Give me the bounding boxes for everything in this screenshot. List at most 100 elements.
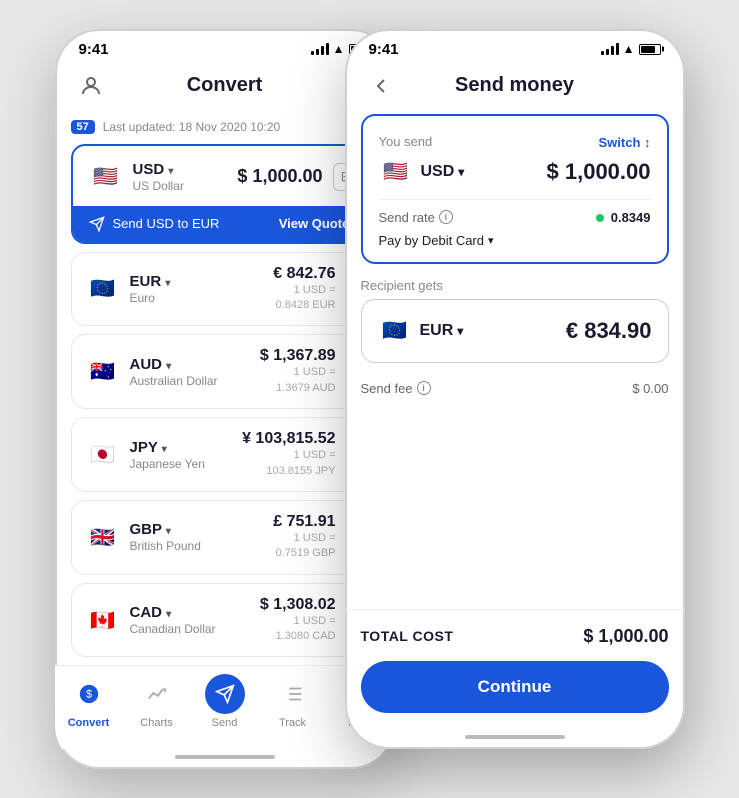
wifi-icon-2: ▲ [623, 42, 635, 56]
status-bar-1: 9:41 ▲ [55, 29, 395, 62]
convert-nav-label: Convert [68, 717, 110, 729]
nav-item-convert[interactable]: $ Convert [55, 674, 123, 729]
send-fee-info-icon[interactable]: i [417, 381, 431, 395]
time-1: 9:41 [79, 41, 109, 58]
send-bar[interactable]: Send USD to EUR View Quote > [73, 206, 377, 242]
jpy-flag: 🇯🇵 [86, 438, 120, 472]
track-nav-icon-wrap [273, 674, 313, 714]
bottom-nav-1: $ Convert Charts Send [55, 665, 395, 749]
convert-nav-icon-wrap: $ [69, 674, 109, 714]
gbp-rate: 1 USD =0.7519 GBP [273, 531, 335, 562]
signal-icon-2 [601, 43, 619, 55]
total-cost-row: TOTAL COST $ 1,000.00 [345, 609, 685, 661]
you-send-header-row: You send Switch ↕ [379, 130, 651, 155]
gbp-amount-col: £ 751.91 1 USD =0.7519 GBP [273, 513, 335, 562]
cad-amount-col: $ 1,308.02 1 USD =1.3080 CAD [260, 596, 336, 645]
eur-code[interactable]: EUR ▾ [130, 273, 171, 290]
jpy-code[interactable]: JPY ▾ [130, 439, 205, 456]
signal-icon [311, 43, 329, 55]
eur-amount: € 842.76 [273, 265, 335, 283]
divider-1 [379, 199, 651, 200]
content-1: 57 Last updated: 18 Nov 2020 10:20 🇺🇸 US… [55, 114, 395, 666]
pay-method-btn[interactable]: Pay by Debit Card ▾ [379, 233, 651, 248]
send-rate-info-icon[interactable]: i [439, 210, 453, 224]
recipient-card: 🇪🇺 EUR ▾ € 834.90 [361, 299, 669, 363]
main-amount: $ 1,000.00 [237, 166, 322, 187]
update-badge: 57 [71, 120, 95, 134]
gbp-flag: 🇬🇧 [86, 520, 120, 554]
gbp-name: British Pound [130, 539, 201, 553]
jpy-left: 🇯🇵 JPY ▾ Japanese Yen [86, 438, 205, 472]
continue-button[interactable]: Continue [361, 661, 669, 713]
cad-left: 🇨🇦 CAD ▾ Canadian Dollar [86, 603, 216, 637]
recipient-currency-row: 🇪🇺 EUR ▾ € 834.90 [378, 314, 652, 348]
cad-code[interactable]: CAD ▾ [130, 604, 216, 621]
pay-method-label: Pay by Debit Card [379, 233, 485, 248]
switch-btn[interactable]: Switch ↕ [598, 135, 650, 150]
home-pill-2 [465, 735, 565, 739]
main-card-top: 🇺🇸 USD ▾ US Dollar $ 1,000.00 ⊞ [89, 160, 361, 206]
currency-left: 🇺🇸 USD ▾ US Dollar [89, 160, 184, 194]
send-rate-value: 0.8349 [596, 210, 651, 225]
send-fee-value: $ 0.00 [632, 381, 668, 396]
recipient-currency-btn[interactable]: 🇪🇺 EUR ▾ [378, 314, 464, 348]
aud-amount: $ 1,367.89 [260, 347, 336, 365]
profile-icon[interactable] [75, 70, 107, 102]
you-send-card: You send Switch ↕ 🇺🇸 USD ▾ $ 1,000.00 [361, 114, 669, 264]
header-2: Send money [345, 62, 685, 114]
eur-amount-col: € 842.76 1 USD =0.8428 EUR [273, 265, 335, 314]
recipient-section-label: Recipient gets [361, 278, 669, 293]
track-nav-label: Track [279, 717, 306, 729]
battery-icon-2 [639, 44, 661, 55]
send-icon [89, 216, 105, 232]
jpy-amount-col: ¥ 103,815.52 1 USD =103.8155 JPY [242, 430, 335, 479]
usd-flag: 🇺🇸 [89, 160, 123, 194]
track-nav-icon [282, 683, 304, 705]
aud-code[interactable]: AUD ▾ [130, 356, 218, 373]
placeholder-icon [632, 70, 664, 102]
cad-name: Canadian Dollar [130, 622, 216, 636]
gbp-info: GBP ▾ British Pound [130, 521, 201, 553]
list-item: 🇯🇵 JPY ▾ Japanese Yen ¥ 103,815.52 1 USD… [71, 417, 379, 492]
you-send-currency-btn[interactable]: 🇺🇸 USD ▾ [379, 155, 465, 189]
header-title-1: Convert [187, 74, 263, 97]
currency-info: USD ▾ US Dollar [133, 161, 184, 193]
jpy-rate: 1 USD =103.8155 JPY [242, 448, 335, 479]
recipient-amount: € 834.90 [566, 318, 652, 344]
eur-left: 🇪🇺 EUR ▾ Euro [86, 272, 171, 306]
time-2: 9:41 [369, 41, 399, 58]
send-nav-icon-wrap [205, 674, 245, 714]
total-label: TOTAL COST [361, 628, 454, 644]
currency-name-main: US Dollar [133, 179, 184, 193]
status-icons-2: ▲ [601, 42, 661, 56]
update-bar: 57 Last updated: 18 Nov 2020 10:20 [71, 114, 379, 144]
eur-info: EUR ▾ Euro [130, 273, 171, 305]
update-text: Last updated: 18 Nov 2020 10:20 [103, 120, 280, 134]
eur-rate: 1 USD =0.8428 EUR [273, 283, 335, 314]
nav-item-track[interactable]: Track [259, 674, 327, 729]
header-title-2: Send money [455, 74, 574, 97]
cad-amount: $ 1,308.02 [260, 596, 336, 614]
charts-nav-icon-wrap [137, 674, 177, 714]
dropdown-arrow-main[interactable]: ▾ [168, 166, 173, 177]
cad-flag: 🇨🇦 [86, 603, 120, 637]
cad-info: CAD ▾ Canadian Dollar [130, 604, 216, 636]
aud-amount-col: $ 1,367.89 1 USD =1.3679 AUD [260, 347, 336, 396]
aud-rate: 1 USD =1.3679 AUD [260, 365, 336, 396]
aud-left: 🇦🇺 AUD ▾ Australian Dollar [86, 355, 218, 389]
list-item: 🇨🇦 CAD ▾ Canadian Dollar $ 1,308.02 1 US… [71, 583, 379, 658]
you-send-chevron: ▾ [458, 165, 464, 179]
gbp-code[interactable]: GBP ▾ [130, 521, 201, 538]
phone-1: 9:41 ▲ Convert [55, 29, 395, 770]
nav-item-charts[interactable]: Charts [123, 674, 191, 729]
currency-code-main[interactable]: USD ▾ [133, 161, 184, 178]
back-icon[interactable] [365, 70, 397, 102]
send-fee-row: Send fee i $ 0.00 [361, 377, 669, 400]
nav-item-send[interactable]: Send [191, 674, 259, 729]
main-currency-card: 🇺🇸 USD ▾ US Dollar $ 1,000.00 ⊞ [71, 144, 379, 244]
you-send-label: You send [379, 130, 433, 149]
aud-info: AUD ▾ Australian Dollar [130, 356, 218, 388]
cad-rate: 1 USD =1.3080 CAD [260, 614, 336, 645]
jpy-name: Japanese Yen [130, 457, 205, 471]
send-label: Send USD to EUR [113, 216, 220, 231]
